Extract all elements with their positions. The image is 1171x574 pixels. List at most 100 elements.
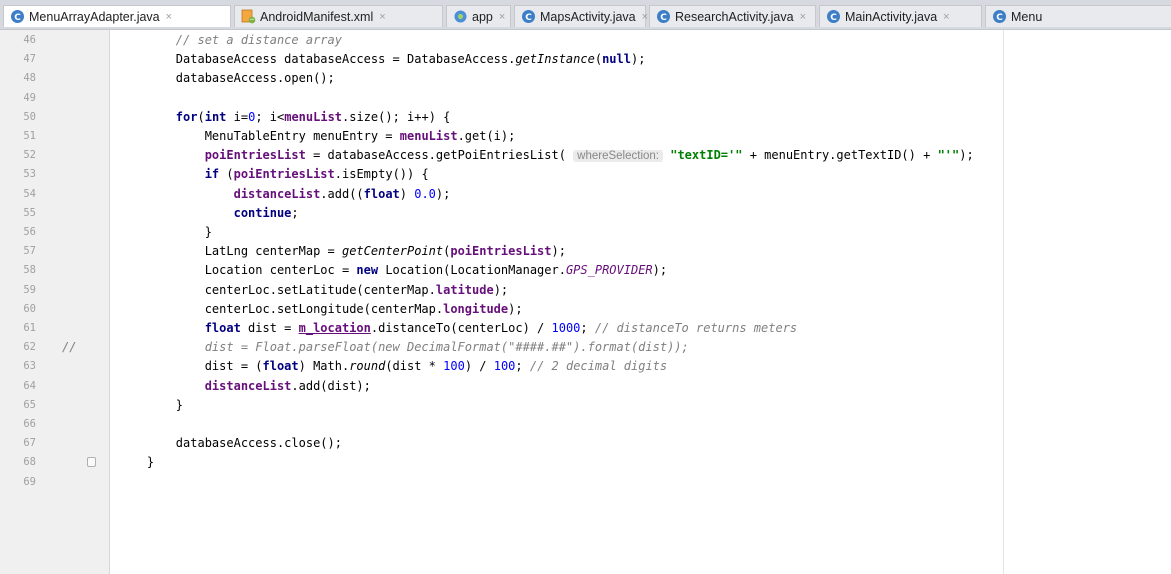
code-token: dist = (	[118, 359, 263, 374]
java-class-icon: C	[992, 9, 1007, 24]
close-icon[interactable]: ×	[166, 11, 172, 23]
code-token: (	[594, 52, 603, 67]
fold-marker-icon[interactable]	[87, 457, 96, 468]
tab-menuarrayadapter-java[interactable]: C MenuArrayAdapter.java ×	[3, 5, 231, 27]
code-token: );	[435, 186, 451, 201]
code-token: );	[551, 244, 566, 259]
tab-menu[interactable]: C Menu	[985, 5, 1171, 27]
tab-mainactivity-java[interactable]: C MainActivity.java ×	[819, 5, 982, 27]
code-token: )	[399, 186, 415, 201]
line-number: 48	[23, 72, 36, 85]
close-icon[interactable]: ×	[943, 11, 949, 23]
svg-text:C: C	[660, 13, 667, 23]
code-text: for(int i=0; i<menuList.size(); i++) {	[118, 108, 451, 127]
line-number: 50	[23, 110, 36, 123]
code-token: int	[204, 109, 227, 124]
code-line[interactable]: 67 databaseAccess.close();	[0, 434, 1171, 453]
code-token: distanceList	[233, 186, 321, 201]
code-token: // set a distance array	[118, 33, 342, 47]
code-line[interactable]: 66	[0, 415, 1171, 434]
code-token: );	[652, 263, 668, 278]
code-token: databaseAccess.close();	[118, 436, 342, 451]
code-token: getCenterPoint	[341, 244, 444, 259]
close-icon[interactable]: ×	[800, 11, 806, 23]
module-icon	[453, 9, 468, 24]
code-token: "'"	[937, 148, 960, 163]
code-line[interactable]: 47 DatabaseAccess databaseAccess = Datab…	[0, 50, 1171, 69]
code-line[interactable]: 53 if (poiEntriesList.isEmpty()) {	[0, 165, 1171, 184]
code-token: Location(LocationManager.	[378, 263, 566, 278]
code-text: LatLng centerMap = getCenterPoint(poiEnt…	[118, 242, 566, 261]
code-line[interactable]: 69	[0, 473, 1171, 492]
code-line[interactable]: 50 for(int i=0; i<menuList.size(); i++) …	[0, 108, 1171, 127]
code-token: ;	[515, 359, 530, 374]
code-token: longitude	[443, 301, 509, 316]
line-number: 49	[23, 91, 36, 104]
code-token: getInstance	[515, 52, 595, 67]
code-line[interactable]: 56 }	[0, 223, 1171, 242]
code-token: centerLoc.setLongitude(centerMap.	[118, 301, 444, 316]
tab-androidmanifest-xml[interactable]: AndroidManifest.xml ×	[234, 5, 443, 27]
code-line[interactable]: 58 Location centerLoc = new Location(Loc…	[0, 261, 1171, 280]
code-token: DatabaseAccess databaseAccess = Database…	[118, 52, 516, 67]
code-line[interactable]: 46 // set a distance array	[0, 31, 1171, 50]
line-number: 58	[23, 264, 36, 277]
code-line[interactable]: 55 continue;	[0, 204, 1171, 223]
code-token: = databaseAccess.getPoiEntriesList(	[305, 148, 574, 163]
close-icon[interactable]: ×	[379, 11, 385, 23]
tab-mapsactivity-java[interactable]: C MapsActivity.java ×	[514, 5, 648, 27]
code-line[interactable]: 68 }	[0, 453, 1171, 472]
code-text: float dist = m_location.distanceTo(cente…	[118, 319, 797, 338]
code-token: latitude	[435, 282, 494, 297]
code-token: 100	[443, 359, 465, 374]
code-line[interactable]: 62 // dist = Float.parseFloat(new Decimal…	[0, 338, 1171, 357]
code-token: }	[118, 455, 155, 470]
line-number: 51	[23, 130, 36, 142]
tab-label: app	[472, 9, 493, 24]
code-line[interactable]: 57 LatLng centerMap = getCenterPoint(poi…	[0, 242, 1171, 261]
code-token: );	[630, 52, 646, 67]
line-number: 65	[23, 398, 36, 411]
code-text: dist = Float.parseFloat(new DecimalForma…	[118, 338, 689, 357]
code-token: MenuTableEntry menuEntry =	[118, 129, 400, 143]
code-line[interactable]: 61 float dist = m_location.distanceTo(ce…	[0, 319, 1171, 338]
code-text: continue;	[118, 204, 299, 223]
code-token: .add(dist);	[291, 378, 371, 393]
line-number: 53	[23, 168, 36, 181]
code-line[interactable]: 54 distanceList.add((float) 0.0);	[0, 185, 1171, 204]
code-line[interactable]: 64 distanceList.add(dist);	[0, 377, 1171, 396]
code-line[interactable]: 60 centerLoc.setLongitude(centerMap.long…	[0, 300, 1171, 319]
code-token: ) /	[464, 359, 494, 374]
line-number: 67	[23, 437, 36, 450]
code-line[interactable]: 51 MenuTableEntry menuEntry = menuList.g…	[0, 127, 1171, 146]
code-token: Location centerLoc =	[118, 263, 357, 278]
code-text: centerLoc.setLongitude(centerMap.longitu…	[118, 300, 523, 319]
svg-text:C: C	[996, 13, 1003, 23]
code-token: .size(); i++) {	[342, 109, 451, 124]
close-icon[interactable]: ×	[642, 11, 648, 23]
code-editor[interactable]: 46 // set a distance array 47 DatabaseAcc…	[0, 30, 1171, 574]
code-token: i=	[226, 109, 249, 124]
editor-tab-bar: C MenuArrayAdapter.java × AndroidManifest.x…	[0, 0, 1171, 30]
code-line[interactable]: 52 poiEntriesList = databaseAccess.getPo…	[0, 146, 1171, 165]
code-text: }	[118, 223, 212, 242]
tab-researchactivity-java[interactable]: C ResearchActivity.java ×	[649, 5, 816, 27]
code-token: new	[356, 263, 379, 278]
code-token: continue	[233, 205, 292, 220]
tab-app[interactable]: app ×	[446, 5, 511, 27]
line-number: 68	[23, 456, 36, 469]
line-number: 61	[23, 322, 36, 334]
code-line[interactable]: 65 }	[0, 396, 1171, 415]
code-line[interactable]: 63 dist = (float) Math.round(dist * 100)…	[0, 357, 1171, 376]
line-number: 64	[23, 379, 36, 392]
code-token: poiEntriesList	[204, 148, 306, 163]
code-line[interactable]: 48 databaseAccess.open();	[0, 69, 1171, 88]
code-line[interactable]: 59 centerLoc.setLatitude(centerMap.latit…	[0, 281, 1171, 300]
code-token: ;	[291, 205, 299, 220]
code-line[interactable]: 49	[0, 89, 1171, 108]
close-icon[interactable]: ×	[499, 11, 505, 23]
code-token: );	[493, 282, 509, 297]
